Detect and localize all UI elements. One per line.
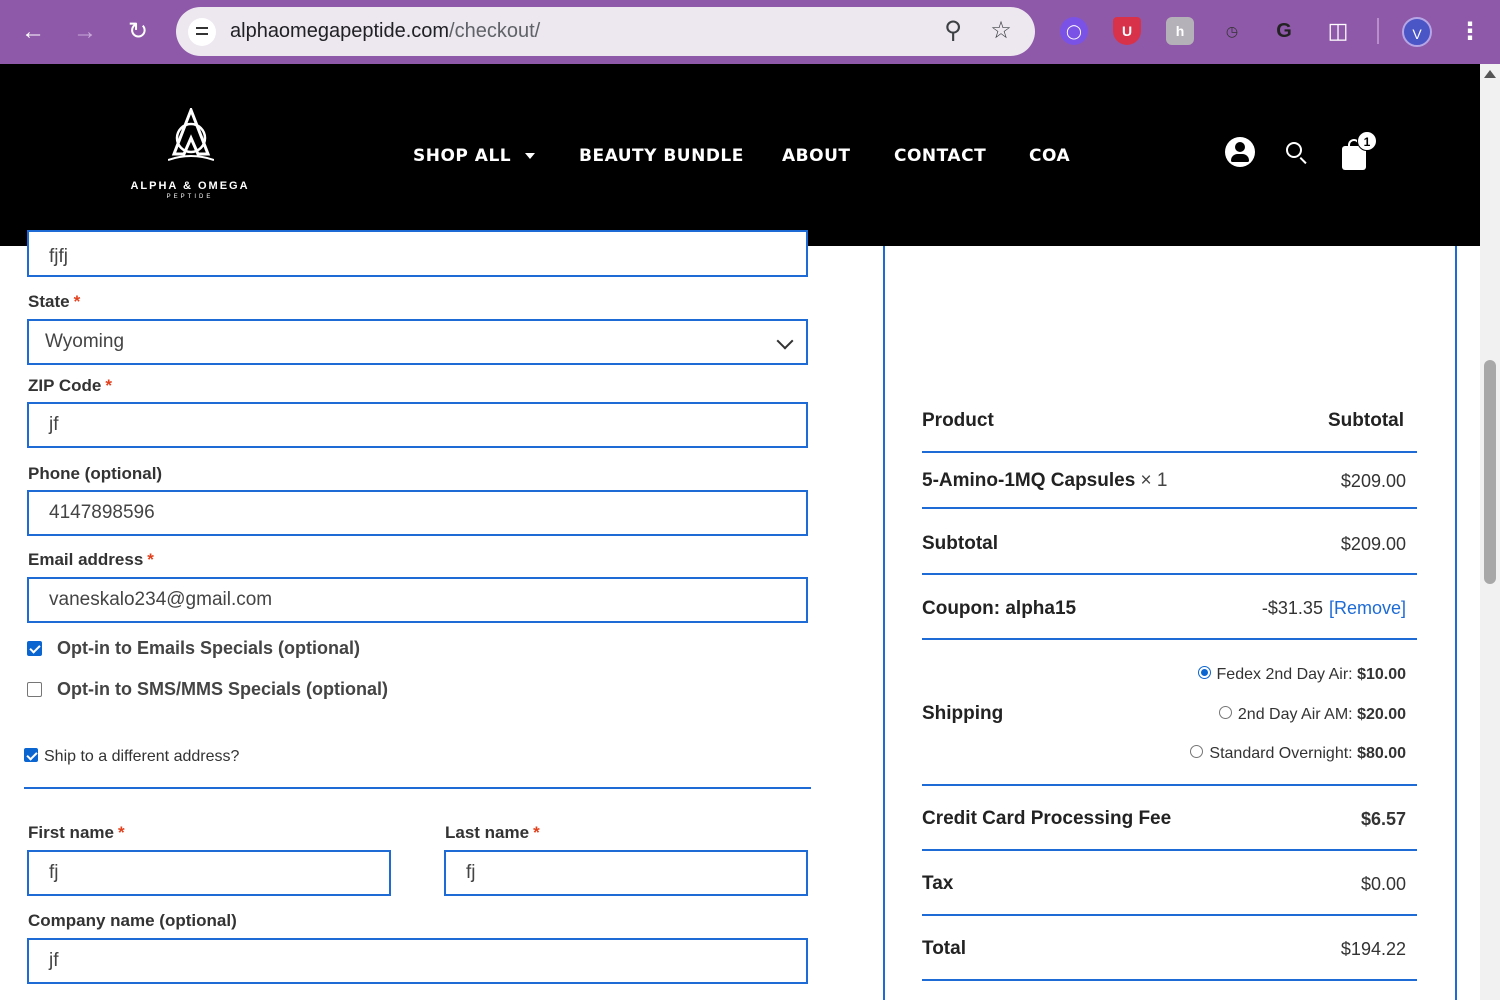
company-field[interactable]: jf [27, 938, 808, 984]
toolbar-separator [1377, 18, 1379, 44]
subtotal-label: Subtotal [922, 533, 998, 554]
col-product-header: Product [922, 410, 994, 431]
back-arrow-icon[interactable]: ← [15, 14, 51, 50]
alpha-omega-logo-icon [168, 108, 214, 161]
tax-value: $0.00 [1360, 874, 1406, 894]
email-label: Email address * [28, 550, 154, 569]
tax-label: Tax [922, 873, 954, 894]
browser-toolbar: ← → ↻ alphaomegapeptide.com/checkout/ ⚲ … [0, 0, 1500, 64]
order-review: Product Subtotal 5-Amino-1MQ Capsules × … [883, 246, 1457, 1000]
radio-selected[interactable] [1197, 666, 1211, 680]
link-extension-icon[interactable]: ◯ [1060, 17, 1088, 45]
shipping-option-overnight[interactable]: Standard Overnight: $80.00 [1190, 745, 1406, 763]
logo-subtext: PEPTIDE [166, 194, 214, 200]
coupon-value: -$31.35 [Remove] [1261, 598, 1406, 618]
city-field[interactable]: fjfj [27, 230, 808, 277]
chevron-down-icon [776, 332, 794, 350]
total-value: $194.22 [1340, 939, 1406, 959]
billing-form: fjfj State * Wyoming ZIP Code * jf Phone (… [0, 230, 840, 1000]
ship-different-checkbox[interactable] [24, 748, 38, 762]
remove-coupon-link[interactable]: [Remove] [1329, 598, 1406, 618]
shipping-row: Shipping Fedex 2nd Day Air: $10.00 2nd D… [922, 640, 1417, 786]
email-field[interactable]: vaneskalo234@gmail.com [27, 577, 808, 623]
site-header: ALPHA & OMEGA PEPTIDE SHOP ALL BEAUTY BU… [0, 64, 1480, 246]
profile-avatar[interactable]: V [1402, 17, 1432, 47]
search-icon[interactable] [1286, 142, 1302, 158]
shipping-option-2nd-day[interactable]: 2nd Day Air AM: $20.00 [1218, 706, 1406, 724]
section-divider [24, 787, 811, 789]
ship-different-label[interactable]: Ship to a different address? [44, 748, 239, 766]
fee-label: Credit Card Processing Fee [922, 808, 1172, 829]
nav-about[interactable]: ABOUT [782, 146, 850, 166]
total-row: Total $194.22 [922, 916, 1417, 981]
first-name-label: First name * [28, 823, 125, 842]
timer-extension-icon[interactable]: ◷ [1218, 17, 1246, 45]
total-label: Total [922, 938, 966, 959]
item-price: $209.00 [1340, 471, 1406, 491]
zoom-icon[interactable]: ⚲ [939, 17, 967, 45]
zip-label: ZIP Code * [28, 376, 112, 395]
logo-text: ALPHA & OMEGA [130, 180, 250, 192]
zip-field[interactable]: jf [27, 402, 808, 448]
shipping-option-fedex[interactable]: Fedex 2nd Day Air: $10.00 [1197, 666, 1406, 684]
nav-coa[interactable]: COA [1029, 146, 1070, 166]
url-text[interactable]: alphaomegapeptide.com/checkout/ [230, 20, 540, 43]
item-name: 5-Amino-1MQ Capsules × 1 [922, 470, 1168, 491]
grammarly-icon[interactable]: G [1270, 17, 1298, 45]
radio-unselected[interactable] [1190, 745, 1204, 759]
bookmark-star-icon[interactable]: ☆ [987, 17, 1015, 45]
scroll-up-arrow-icon[interactable] [1484, 70, 1496, 78]
site-logo[interactable]: ALPHA & OMEGA PEPTIDE [130, 108, 250, 208]
subtotal-row: Subtotal $209.00 [922, 509, 1417, 575]
company-label: Company name (optional) [28, 911, 237, 930]
optin-email-label[interactable]: Opt-in to Emails Specials (optional) [57, 638, 360, 659]
radio-unselected[interactable] [1218, 706, 1232, 720]
puzzle-extensions-icon[interactable]: ◫ [1324, 17, 1352, 45]
phone-label: Phone (optional) [28, 464, 163, 483]
chevron-down-icon [525, 153, 536, 159]
reload-icon[interactable]: ↻ [120, 14, 156, 50]
address-bar[interactable]: alphaomegapeptide.com/checkout/ ⚲ ☆ [176, 7, 1035, 56]
site-settings-icon[interactable] [188, 18, 216, 46]
fee-value: $6.57 [1360, 809, 1406, 829]
subtotal-value: $209.00 [1340, 534, 1406, 554]
coupon-label: Coupon: alpha15 [922, 598, 1077, 619]
optin-email-checkbox[interactable] [27, 641, 42, 656]
forward-arrow-icon[interactable]: → [67, 14, 103, 50]
state-selected-value: Wyoming [45, 331, 125, 352]
last-name-label: Last name * [445, 823, 540, 842]
phone-field[interactable]: 4147898596 [27, 490, 808, 536]
h-extension-icon[interactable]: h [1166, 17, 1194, 45]
coupon-row: Coupon: alpha15 -$31.35 [Remove] [922, 575, 1417, 640]
state-label: State * [28, 292, 81, 311]
nav-contact[interactable]: CONTACT [894, 146, 986, 166]
order-item-row: 5-Amino-1MQ Capsules × 1 $209.00 [922, 453, 1417, 509]
last-name-field[interactable]: fj [444, 850, 808, 896]
shipping-label: Shipping [922, 703, 1004, 724]
account-icon[interactable] [1225, 137, 1255, 167]
cart-count-badge: 1 [1357, 131, 1377, 151]
scrollbar-thumb[interactable] [1484, 360, 1496, 584]
ublock-icon[interactable]: U [1113, 17, 1141, 45]
col-subtotal-header: Subtotal [1328, 410, 1404, 431]
nav-beauty-bundle[interactable]: BEAUTY BUNDLE [579, 146, 744, 166]
browser-menu-icon[interactable]: ⋮ [1456, 16, 1484, 48]
first-name-field[interactable]: fj [27, 850, 391, 896]
fee-row: Credit Card Processing Fee $6.57 [922, 786, 1417, 851]
tax-row: Tax $0.00 [922, 851, 1417, 916]
optin-sms-checkbox[interactable] [27, 682, 42, 697]
optin-sms-label[interactable]: Opt-in to SMS/MMS Specials (optional) [57, 679, 388, 700]
state-select[interactable]: Wyoming [27, 319, 808, 365]
nav-shop-all[interactable]: SHOP ALL [413, 146, 536, 166]
